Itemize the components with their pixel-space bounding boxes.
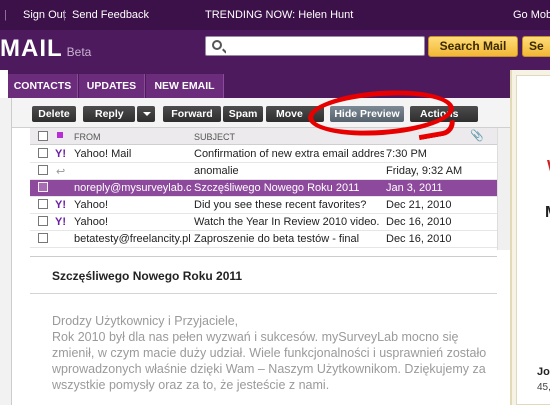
table-row[interactable]: betatesty@freelancity.pl Zaproszenie do … bbox=[30, 231, 497, 248]
search-box bbox=[205, 36, 425, 56]
table-row[interactable]: ↩ anomalie Friday, 9:32 AM bbox=[30, 163, 497, 180]
row-checkbox[interactable] bbox=[38, 199, 48, 209]
logo-text: MAIL bbox=[0, 35, 63, 62]
tab-updates[interactable]: UPDATES bbox=[79, 74, 145, 98]
row-subject: Watch the Year In Review 2010 video. bbox=[194, 216, 380, 228]
chevron-down-icon bbox=[143, 112, 151, 116]
row-date: Jan 3, 2011 bbox=[386, 182, 443, 194]
list-scrollbar[interactable] bbox=[497, 128, 510, 250]
row-date: Friday, 9:32 AM bbox=[386, 165, 463, 177]
preview-pane: Szczęśliwego Nowego Roku 2011 Drodzy Uży… bbox=[30, 256, 497, 405]
ad-price: 45, bbox=[537, 382, 550, 393]
beta-badge: Beta bbox=[66, 45, 92, 59]
ad-letter: M bbox=[545, 204, 550, 222]
search-web-button[interactable]: Se bbox=[522, 36, 550, 57]
search-input[interactable] bbox=[226, 39, 421, 53]
top-bar-separator: | bbox=[63, 9, 66, 21]
preview-subject: Szczęśliwego Nowego Roku 2011 bbox=[52, 269, 243, 283]
row-subject: Did you see these recent favorites? bbox=[194, 199, 367, 211]
delete-button[interactable]: Delete bbox=[32, 106, 76, 122]
attachment-icon: 📎 bbox=[470, 130, 484, 142]
row-subject: Zaproszenie do beta testów - final bbox=[194, 233, 360, 245]
go-mobile-link[interactable]: Go Mobile bbox=[513, 9, 550, 21]
row-date: Dec 16, 2010 bbox=[386, 216, 452, 228]
mail-header: MAIL Beta Search Mail Se bbox=[0, 30, 550, 70]
search-icon bbox=[212, 40, 222, 50]
tab-inbox[interactable] bbox=[0, 70, 8, 98]
preview-body: Drodzy Użytkownicy i Przyjaciele, Rok 20… bbox=[52, 313, 492, 393]
yahoo-icon: Y! bbox=[55, 199, 66, 211]
from-column-header[interactable]: FROM bbox=[74, 132, 101, 142]
flag-icon bbox=[57, 132, 63, 138]
top-bar-separator: | bbox=[4, 9, 7, 21]
sign-out-link[interactable]: Sign Out bbox=[23, 9, 66, 21]
ad-frame: W M Joh 45, bbox=[516, 75, 550, 405]
row-from: noreply@mysurveylab.co bbox=[74, 182, 192, 194]
row-date: Dec 21, 2010 bbox=[386, 199, 452, 211]
row-subject: Confirmation of new extra email address bbox=[194, 148, 384, 160]
row-from: Yahoo! Mail bbox=[74, 148, 132, 160]
reply-button[interactable]: Reply bbox=[83, 106, 135, 122]
subject-column-header[interactable]: SUBJECT bbox=[194, 132, 235, 142]
tab-contacts[interactable]: CONTACTS bbox=[8, 74, 78, 98]
message-list: FROM SUBJECT 📎 Y! Yahoo! Mail Confirmati… bbox=[30, 128, 497, 250]
left-rail bbox=[0, 98, 12, 405]
row-from: Yahoo! bbox=[74, 216, 109, 228]
row-date: 7:30 PM bbox=[386, 148, 427, 160]
forward-button[interactable]: Forward bbox=[163, 106, 221, 122]
table-row[interactable]: Y! Yahoo! Did you see these recent favor… bbox=[30, 197, 497, 214]
row-from: Yahoo! bbox=[74, 199, 109, 211]
yahoo-icon: Y! bbox=[55, 148, 66, 160]
select-all-checkbox[interactable] bbox=[38, 131, 48, 141]
yahoo-icon: Y! bbox=[55, 216, 66, 228]
row-checkbox[interactable] bbox=[38, 182, 48, 192]
row-subject: anomalie bbox=[194, 165, 239, 177]
divider bbox=[30, 293, 497, 294]
trending-link[interactable]: TRENDING NOW: Helen Hunt bbox=[205, 9, 353, 21]
row-checkbox[interactable] bbox=[38, 216, 48, 226]
table-row[interactable]: noreply@mysurveylab.co Szczęśliwego Nowe… bbox=[30, 180, 497, 197]
reply-arrow-icon: ↩ bbox=[56, 166, 66, 178]
row-from: betatesty@freelancity.pl bbox=[74, 233, 191, 245]
search-mail-button[interactable]: Search Mail bbox=[428, 36, 518, 57]
preview-paragraph: Rok 2010 był dla nas pełen wyzwań i sukc… bbox=[52, 330, 487, 392]
mail-logo[interactable]: MAIL Beta bbox=[0, 35, 91, 63]
table-row[interactable]: Y! Yahoo! Mail Confirmation of new extra… bbox=[30, 146, 497, 163]
send-feedback-link[interactable]: Send Feedback bbox=[72, 9, 149, 21]
row-subject: Szczęśliwego Nowego Roku 2011 bbox=[194, 182, 360, 194]
ad-name: Joh bbox=[537, 366, 550, 378]
preview-greeting: Drodzy Użytkownicy i Przyjaciele, bbox=[52, 314, 239, 328]
spam-button[interactable]: Spam bbox=[223, 106, 263, 122]
table-row[interactable]: Y! Yahoo! Watch the Year In Review 2010 … bbox=[30, 214, 497, 231]
row-checkbox[interactable] bbox=[38, 165, 48, 175]
reply-menu-button[interactable] bbox=[137, 106, 155, 122]
top-bar: | Sign Out | Send Feedback TRENDING NOW:… bbox=[0, 0, 550, 30]
right-ad-panel: W M Joh 45, bbox=[510, 70, 550, 405]
tab-new-email[interactable]: NEW EMAIL bbox=[146, 74, 224, 98]
row-checkbox[interactable] bbox=[38, 148, 48, 158]
row-date: Dec 16, 2010 bbox=[386, 233, 452, 245]
row-checkbox[interactable] bbox=[38, 233, 48, 243]
